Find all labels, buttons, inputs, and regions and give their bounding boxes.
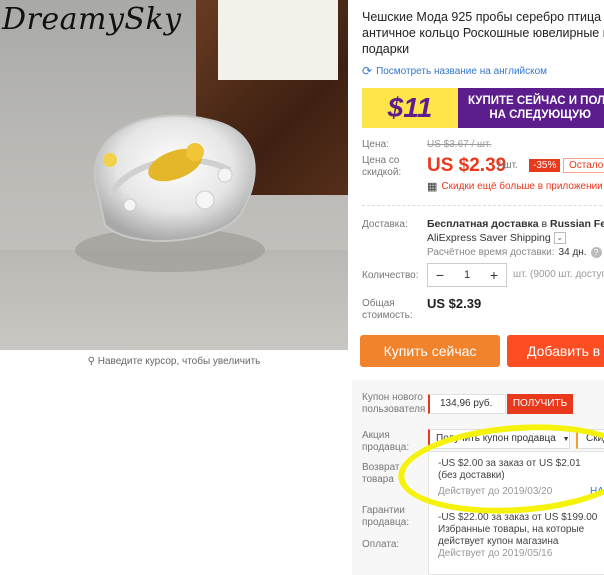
product-image[interactable]: DreamySky	[0, 0, 348, 350]
magnifier-icon: ⚲	[87, 356, 95, 367]
ring-illustration	[75, 114, 265, 272]
coupon-offer-valid: Действует до 2019/05/16	[438, 548, 553, 559]
coupon-offer-line: -US $22.00 за заказ от US $199.00	[438, 512, 598, 523]
qr-code-icon: ▦	[427, 181, 438, 193]
decrement-button[interactable]: −	[428, 267, 452, 283]
guarantee-label-line: продавца:	[362, 517, 410, 528]
app-deal-link[interactable]: ▦ Скидки ещё больше в приложении ⌄	[427, 180, 604, 193]
get-coupon-button[interactable]: ПОЛУЧИТЬ	[507, 394, 573, 414]
seller-promo-label-line: продавца:	[362, 442, 410, 453]
promo-text: КУПИТЕ СЕЙЧАС И ПОЛУ НА СЛЕДУЮЩУЮ	[458, 94, 604, 122]
increment-button[interactable]: +	[482, 267, 506, 283]
total-price: US $2.39	[427, 296, 482, 311]
promo-text-line: НА СЛЕДУЮЩУЮ	[489, 109, 591, 121]
shipping-label: Доставка:	[362, 219, 408, 230]
translate-title-link[interactable]: ⟳ Посмотреть название на английском	[362, 64, 547, 78]
coupon-offer-line: действует купон магазина	[438, 536, 559, 547]
discount-badge: -35%	[529, 159, 561, 172]
discount-price-label: Цена со скидкой:	[362, 155, 401, 179]
new-user-coupon-label: Купон нового пользователя	[362, 392, 425, 416]
return-label: Возврат товара	[362, 462, 400, 486]
quantity-label: Количество:	[362, 270, 419, 281]
current-price: US $2.39	[427, 155, 507, 176]
total-label: Общая стоимость:	[362, 298, 413, 322]
seller-promo-label: Акция продавца:	[362, 430, 409, 454]
divider	[362, 205, 604, 206]
return-label-line: Возврат	[362, 462, 400, 473]
zoom-hint: ⚲ Наведите курсор, чтобы увеличить	[0, 352, 348, 372]
return-label-line: товара	[362, 474, 394, 485]
delivery-estimate: Расчётное время доставки: 34 дн. ?	[427, 247, 602, 258]
shipping-info: Бесплатная доставка в Russian Federa	[427, 218, 604, 230]
discount-price-label-line: скидкой:	[362, 167, 402, 178]
shipping-method-select[interactable]: AliExpress Saver Shipping ⌄	[427, 232, 566, 244]
product-title-line: Чешские Мода 925 пробы серебро птица ко	[362, 10, 604, 24]
new-user-coupon-label-line: Купон нового	[362, 392, 423, 403]
chevron-down-icon: ⌄	[553, 232, 566, 244]
add-to-cart-button[interactable]: Добавить в к	[507, 335, 604, 367]
quantity-stepper: − 1 +	[427, 263, 507, 287]
delivery-estimate-label: Расчётное время доставки:	[427, 247, 555, 258]
free-shipping-text: Бесплатная доставка	[427, 218, 539, 230]
coupon-offer-line: Избранные товары, на которые	[438, 524, 585, 535]
zoom-hint-text: Наведите курсор, чтобы увеличить	[97, 356, 261, 367]
total-label-line: стоимость:	[362, 310, 413, 321]
total-label-line: Общая	[362, 298, 395, 309]
promo-banner[interactable]: $11 КУПИТЕ СЕЙЧАС И ПОЛУ НА СЛЕДУЮЩУЮ	[362, 88, 604, 128]
old-price: US $3.67 / шт.	[427, 139, 492, 150]
translate-title-text: Посмотреть название на английском	[376, 65, 548, 77]
coupon-offer[interactable]: -US $22.00 за заказ от US $199.00 Избран…	[438, 512, 597, 560]
brand-logo: DreamySky	[2, 2, 182, 37]
shipping-country[interactable]: Russian Federa	[550, 218, 604, 230]
buy-now-button[interactable]: Купить сейчас	[360, 335, 500, 367]
product-title: Чешские Мода 925 пробы серебро птица ко …	[362, 9, 604, 57]
product-title-line: античное кольцо Роскошные ювелирные из	[362, 26, 604, 40]
quantity-input[interactable]: 1	[452, 269, 482, 281]
shipping-method-text: AliExpress Saver Shipping	[427, 232, 551, 244]
translate-icon: ⟳	[362, 64, 373, 78]
promo-text-line: КУПИТЕ СЕЙЧАС И ПОЛУ	[468, 95, 604, 107]
discount-price-label-line: Цена со	[362, 155, 400, 166]
seller-promo-label-line: Акция	[362, 430, 390, 441]
price-label: Цена:	[362, 139, 389, 150]
price-unit: / шт.	[498, 160, 518, 171]
guarantee-label-line: Гарантии	[362, 505, 405, 516]
new-user-coupon-value: 134,96 руб.	[428, 394, 506, 414]
product-title-line: подарки	[362, 42, 410, 56]
guarantee-label: Гарантии продавца:	[362, 505, 409, 529]
help-icon[interactable]: ?	[590, 247, 602, 258]
app-deal-text: Скидки ещё больше в приложении	[441, 181, 603, 192]
payment-label: Оплата:	[362, 539, 400, 550]
delivery-estimate-days: 34 дн.	[558, 247, 587, 258]
remaining-badge: Осталос	[563, 158, 604, 173]
stock-text: шт. (9000 шт. доступн	[513, 269, 604, 280]
promo-amount: $11	[362, 88, 458, 128]
shipping-to-text: в	[541, 218, 548, 230]
new-user-coupon-label-line: пользователя	[362, 404, 426, 415]
